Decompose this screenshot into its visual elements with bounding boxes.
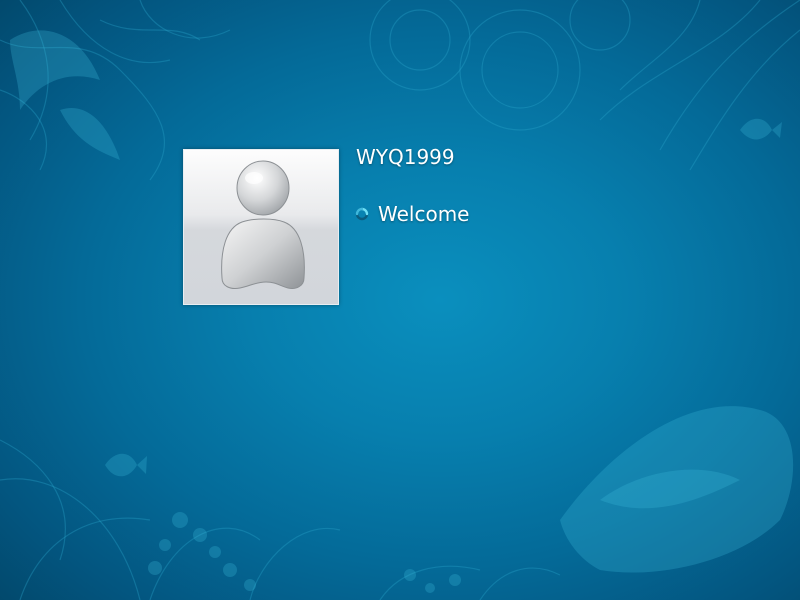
loading-spinner-icon	[355, 207, 369, 221]
username-label: WYQ1999	[356, 145, 455, 169]
status-row: Welcome	[355, 200, 469, 228]
status-welcome-text: Welcome	[378, 202, 470, 226]
user-silhouette-icon	[221, 160, 305, 289]
user-tile[interactable]	[183, 149, 339, 305]
wallpaper-decoration	[0, 0, 800, 600]
